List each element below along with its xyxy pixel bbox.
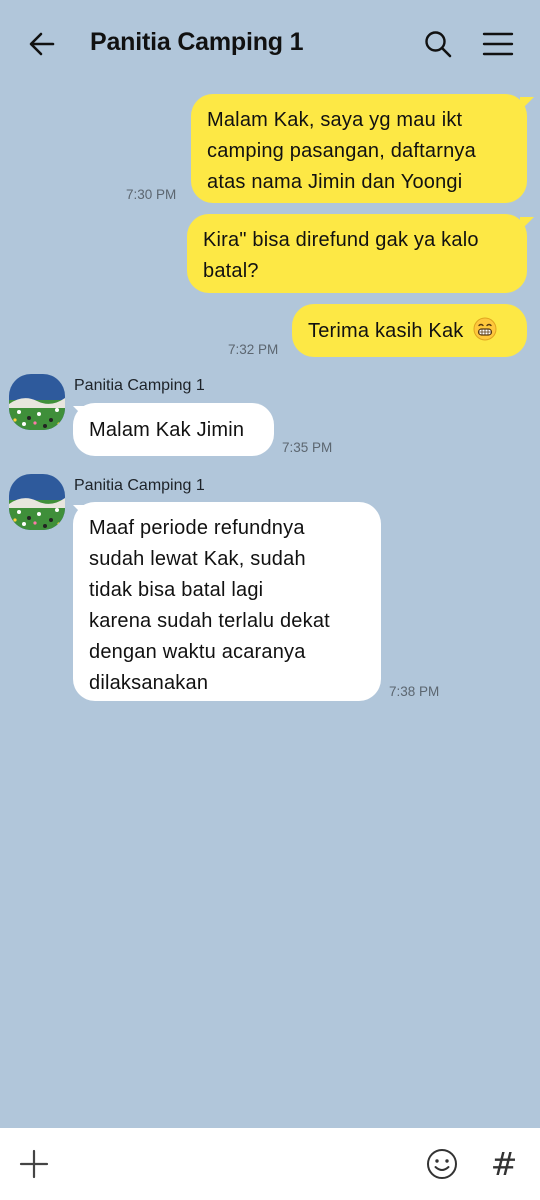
back-button[interactable]	[22, 24, 62, 64]
search-icon	[425, 31, 452, 58]
message-line: Maaf periode refundnya	[89, 517, 305, 539]
message-line: dilaksanakan	[89, 672, 209, 694]
message-line: Malam Kak Jimin	[89, 419, 245, 441]
message-time: 7:38 PM	[389, 684, 440, 699]
bubble-tail	[73, 406, 87, 420]
bubble-tail	[73, 505, 87, 519]
sender-name: Panitia Camping 1	[74, 477, 205, 494]
chat-screen: Panitia Camping 1 Malam Kak, saya yg mau…	[0, 0, 540, 1200]
message-line: Kira" bisa direfund gak ya kalo	[203, 229, 479, 251]
chat-header: Panitia Camping 1	[0, 0, 540, 86]
sender-avatar[interactable]	[9, 474, 65, 530]
message-line: dengan waktu acaranya	[89, 641, 306, 663]
message-time: 7:35 PM	[282, 440, 333, 455]
chat-title: Panitia Camping 1	[90, 28, 304, 56]
search-button[interactable]	[418, 24, 458, 64]
emoticon-button[interactable]	[422, 1144, 462, 1184]
attach-button[interactable]	[14, 1144, 54, 1184]
message-line: batal?	[203, 260, 259, 282]
message-time: 7:32 PM	[228, 342, 279, 357]
menu-button[interactable]	[478, 24, 518, 64]
hashtag-button[interactable]: #	[482, 1142, 526, 1186]
sender-avatar[interactable]	[9, 374, 65, 430]
my-message-bubble[interactable]: Malam Kak, saya yg mau ikt camping pasan…	[191, 94, 527, 203]
message-time: 7:30 PM	[126, 187, 177, 202]
message-line: Terima kasih Kak	[308, 320, 464, 342]
message-composer: #	[0, 1128, 540, 1200]
my-message-bubble[interactable]: Kira" bisa direfund gak ya kalo batal?	[187, 214, 527, 293]
message-line: karena sudah terlalu dekat	[89, 610, 330, 632]
bubble-tail	[520, 97, 534, 111]
sender-name: Panitia Camping 1	[74, 377, 205, 394]
their-message-bubble[interactable]: Maaf periode refundnya sudah lewat Kak, …	[73, 502, 381, 701]
grinning-face-icon	[473, 317, 497, 341]
message-line: tidak bisa batal lagi	[89, 579, 264, 601]
message-line: Malam Kak, saya yg mau ikt	[207, 109, 463, 131]
plus-icon	[19, 1149, 49, 1179]
hamburger-menu-icon	[482, 32, 514, 56]
bubble-tail	[520, 217, 534, 231]
arrow-left-icon	[29, 32, 55, 56]
message-line: sudah lewat Kak, sudah	[89, 548, 306, 570]
message-line: camping pasangan, daftarnya	[207, 140, 476, 162]
their-message-bubble[interactable]: Malam Kak Jimin	[73, 403, 274, 456]
my-message-bubble[interactable]: Terima kasih Kak	[292, 304, 527, 357]
emoticon-icon	[427, 1149, 457, 1179]
message-line: atas nama Jimin dan Yoongi	[207, 171, 463, 193]
